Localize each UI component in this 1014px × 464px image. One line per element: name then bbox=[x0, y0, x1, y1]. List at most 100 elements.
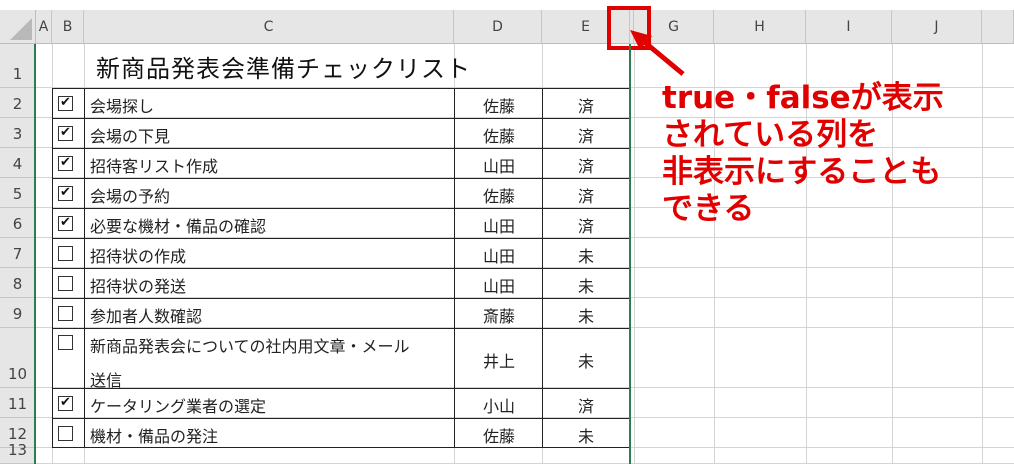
status-cell[interactable]: 済 bbox=[544, 183, 628, 207]
column-header-c[interactable]: C bbox=[84, 10, 454, 44]
status-cell[interactable]: 済 bbox=[544, 93, 628, 117]
person-cell[interactable]: 山田 bbox=[456, 243, 542, 267]
table-border bbox=[52, 328, 630, 329]
person-cell[interactable]: 佐藤 bbox=[456, 123, 542, 147]
row-header-9[interactable]: 9 bbox=[0, 298, 36, 328]
task-name[interactable]: 会場の予約 bbox=[90, 183, 170, 207]
checkbox[interactable]: ✔ bbox=[58, 394, 73, 411]
checkbox[interactable] bbox=[58, 335, 73, 350]
callout-line-1: true・falseが表示 bbox=[662, 80, 944, 116]
column-header-b[interactable]: B bbox=[52, 10, 84, 44]
task-name[interactable]: 会場の下見 bbox=[90, 123, 170, 147]
person-cell[interactable]: 山田 bbox=[456, 273, 542, 297]
task-line: 会場の予約 bbox=[90, 187, 171, 206]
column-header-rest bbox=[982, 10, 1014, 44]
check-icon: ✔ bbox=[60, 394, 71, 410]
person-cell[interactable]: 山田 bbox=[456, 153, 542, 177]
column-header-a[interactable]: A bbox=[36, 10, 52, 44]
person-cell[interactable]: 井上 bbox=[456, 348, 542, 372]
table-border bbox=[52, 148, 630, 149]
status-cell[interactable]: 済 bbox=[544, 123, 628, 147]
person-cell[interactable]: 山田 bbox=[456, 213, 542, 237]
column-header-d[interactable]: D bbox=[454, 10, 542, 44]
status-cell[interactable]: 未 bbox=[544, 273, 628, 297]
person-cell[interactable]: 斎藤 bbox=[456, 303, 542, 327]
selection-border bbox=[34, 44, 36, 464]
column-header-h[interactable]: H bbox=[714, 10, 806, 44]
person-cell[interactable]: 小山 bbox=[456, 393, 542, 417]
status-cell[interactable]: 未 bbox=[544, 243, 628, 267]
task-name[interactable]: 新商品発表会についての社内用文章・メール 送信 bbox=[90, 333, 410, 391]
task-line: 会場の下見 bbox=[90, 127, 171, 146]
task-line: ケータリング業者の選定 bbox=[90, 397, 267, 416]
table-border bbox=[84, 88, 85, 448]
task-line: 会場探し bbox=[90, 97, 155, 116]
selection-border bbox=[629, 44, 631, 464]
checkbox[interactable]: ✔ bbox=[58, 124, 73, 141]
task-name[interactable]: 参加者人数確認 bbox=[90, 303, 202, 327]
task-line: 招待状の作成 bbox=[90, 247, 187, 266]
row-header-1[interactable]: 1 bbox=[0, 44, 36, 88]
check-icon: ✔ bbox=[60, 184, 71, 200]
status-cell[interactable]: 済 bbox=[544, 393, 628, 417]
row-header-11[interactable]: 11 bbox=[0, 388, 36, 418]
status-cell[interactable]: 済 bbox=[544, 153, 628, 177]
task-line: 招待客リスト作成 bbox=[90, 157, 219, 176]
person-cell[interactable]: 佐藤 bbox=[456, 183, 542, 207]
checkbox[interactable] bbox=[58, 275, 73, 291]
callout-line-4: できる bbox=[662, 191, 755, 227]
table-border bbox=[542, 88, 543, 448]
task-name[interactable]: 機材・備品の発注 bbox=[90, 423, 218, 447]
select-all-corner[interactable] bbox=[0, 10, 36, 44]
task-line: 新商品発表会についての社内用文章・メール bbox=[90, 337, 410, 356]
table-border bbox=[52, 418, 630, 419]
row-header-2[interactable]: 2 bbox=[0, 88, 36, 118]
toolbar-edge bbox=[0, 0, 1014, 10]
checkbox[interactable]: ✔ bbox=[58, 155, 73, 171]
check-icon: ✔ bbox=[60, 124, 71, 140]
row-header-13[interactable]: 13 bbox=[0, 441, 36, 464]
status-cell[interactable]: 未 bbox=[544, 348, 628, 372]
person-cell[interactable]: 佐藤 bbox=[456, 423, 542, 447]
row-header-6[interactable]: 6 bbox=[0, 208, 36, 238]
row-header-3[interactable]: 3 bbox=[0, 118, 36, 148]
callout-text: true・falseが表示 されている列を 非表示にすることも できる bbox=[662, 80, 944, 228]
row-header-7[interactable]: 7 bbox=[0, 238, 36, 268]
status-cell[interactable]: 済 bbox=[544, 213, 628, 237]
table-border bbox=[454, 88, 455, 448]
column-header-i[interactable]: I bbox=[806, 10, 892, 44]
task-name[interactable]: 必要な機材・備品の確認 bbox=[90, 213, 266, 237]
status-cell[interactable]: 未 bbox=[544, 303, 628, 327]
row-header-4[interactable]: 4 bbox=[0, 148, 36, 178]
task-name[interactable]: ケータリング業者の選定 bbox=[90, 393, 266, 417]
row-header-10[interactable]: 10 bbox=[0, 328, 36, 388]
table-border bbox=[52, 118, 630, 119]
table-border bbox=[52, 298, 630, 299]
callout-line-2: されている列を bbox=[662, 117, 879, 153]
checkbox[interactable]: ✔ bbox=[58, 215, 73, 231]
check-icon: ✔ bbox=[60, 94, 71, 110]
column-header-j[interactable]: J bbox=[892, 10, 982, 44]
table-border bbox=[52, 88, 630, 89]
task-line: 機材・備品の発注 bbox=[90, 427, 219, 446]
task-line: 必要な機材・備品の確認 bbox=[90, 217, 267, 236]
checkbox[interactable] bbox=[58, 245, 73, 261]
task-line: 招待状の発送 bbox=[90, 277, 187, 296]
checkbox[interactable] bbox=[58, 305, 73, 321]
checkbox[interactable]: ✔ bbox=[58, 184, 73, 201]
row-header-8[interactable]: 8 bbox=[0, 268, 36, 298]
sheet-title[interactable]: 新商品発表会準備チェックリスト bbox=[96, 49, 471, 84]
status-cell[interactable]: 未 bbox=[544, 423, 628, 447]
table-border bbox=[52, 208, 630, 209]
task-name[interactable]: 会場探し bbox=[90, 93, 154, 117]
task-name[interactable]: 招待客リスト作成 bbox=[90, 153, 218, 177]
row-header-5[interactable]: 5 bbox=[0, 178, 36, 208]
checkbox[interactable]: ✔ bbox=[58, 94, 73, 111]
task-name[interactable]: 招待状の作成 bbox=[90, 243, 186, 267]
table-border bbox=[52, 388, 630, 389]
person-cell[interactable]: 佐藤 bbox=[456, 93, 542, 117]
task-line: 参加者人数確認 bbox=[90, 307, 203, 326]
table-border bbox=[52, 238, 630, 239]
task-name[interactable]: 招待状の発送 bbox=[90, 273, 186, 297]
checkbox[interactable] bbox=[58, 425, 73, 441]
